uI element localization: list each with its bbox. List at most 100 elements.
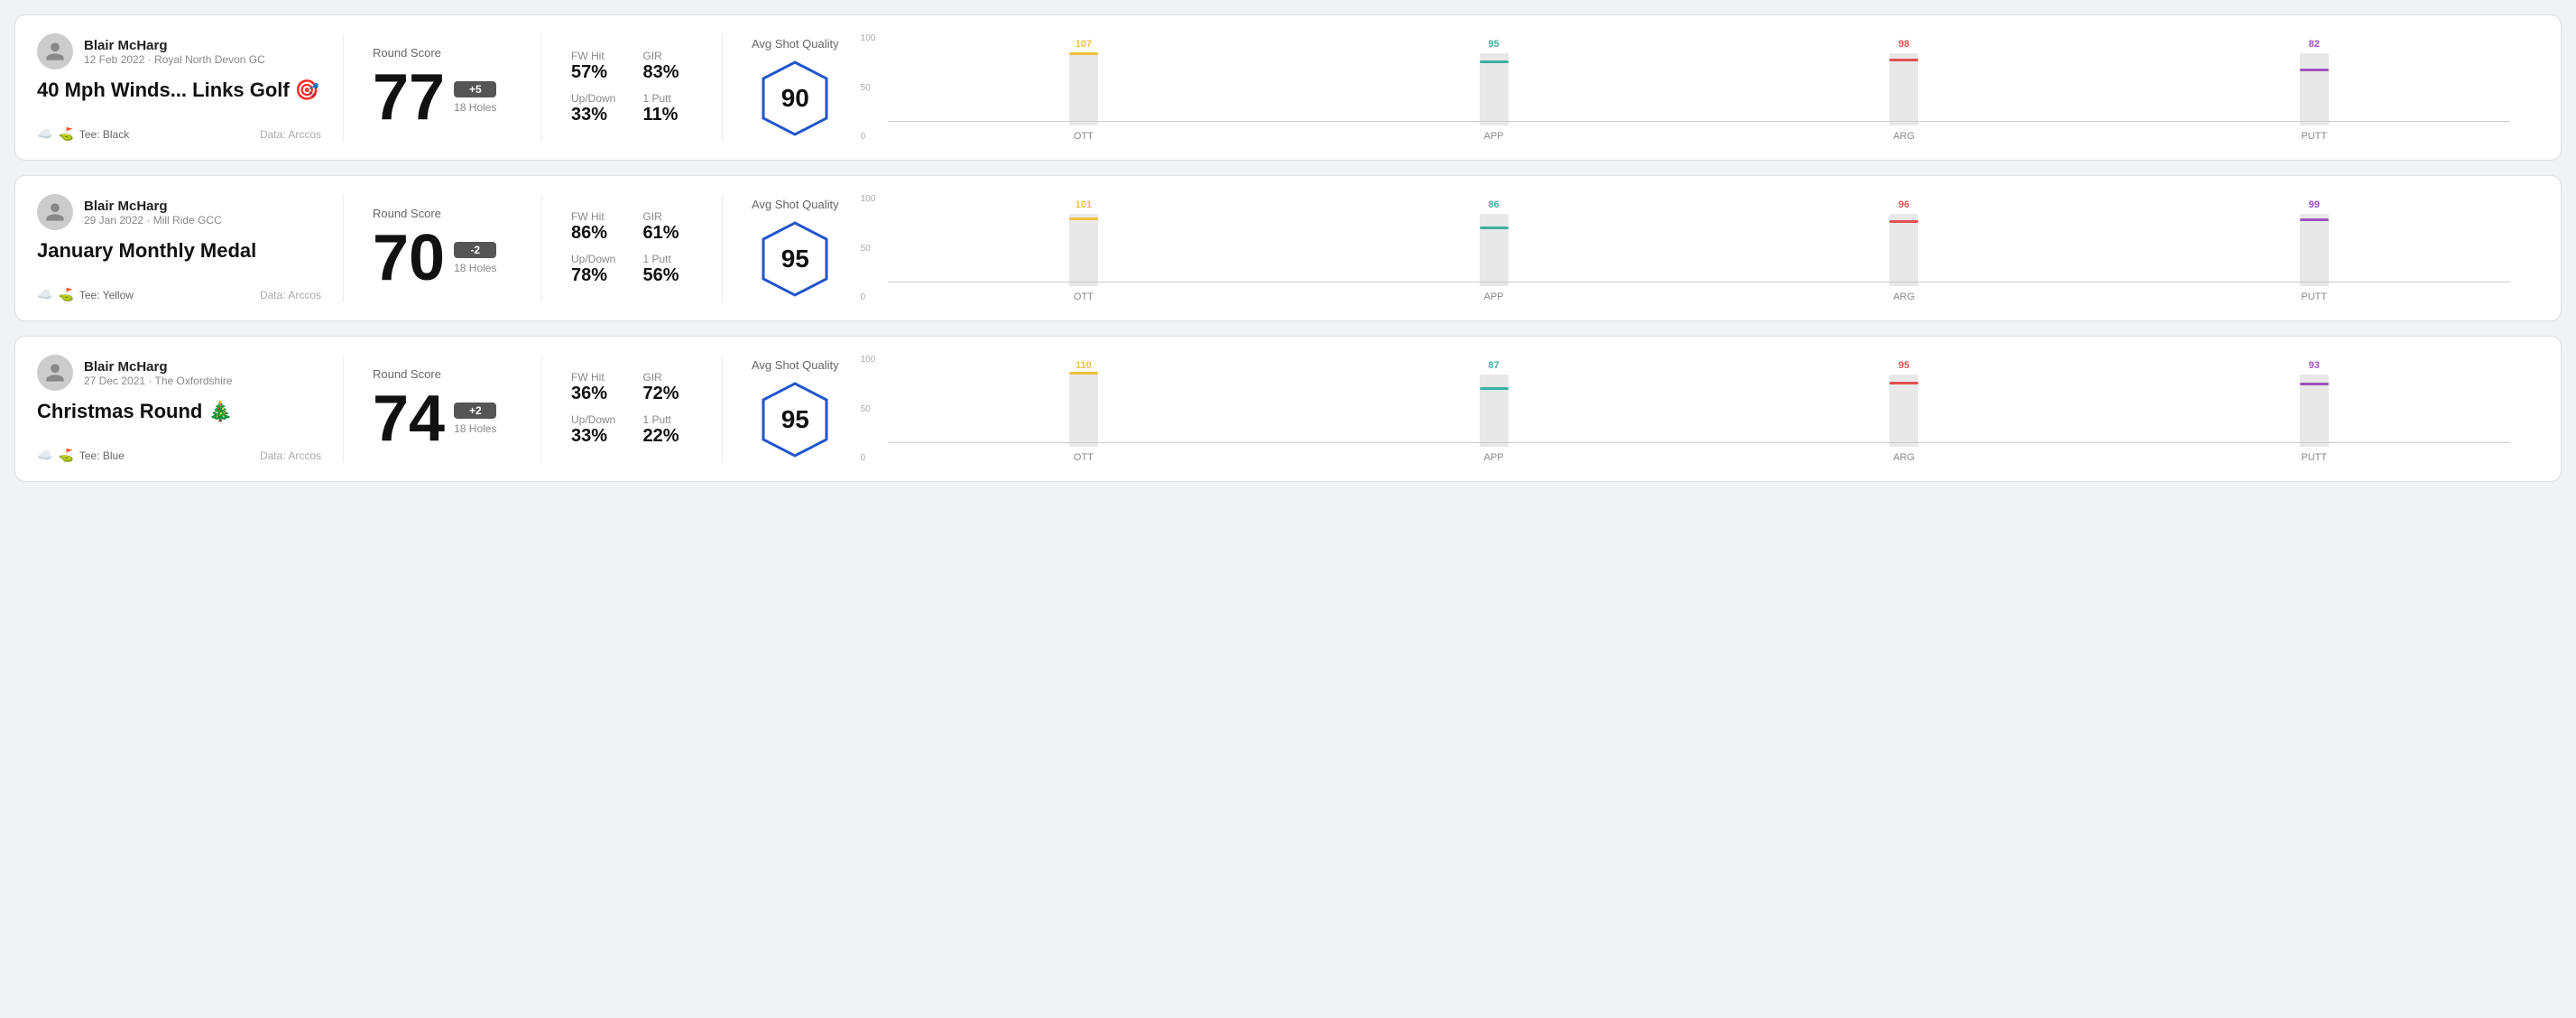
score-badge: -2 (454, 242, 496, 258)
bar-wrapper (1480, 375, 1509, 447)
round-score-label: Round Score (373, 367, 512, 381)
bar-wrapper (2300, 375, 2329, 447)
user-info: Blair McHarg 27 Dec 2021 · The Oxfordshi… (37, 355, 321, 391)
bar-value-ott: 110 (1076, 360, 1092, 371)
score-badge: +5 (454, 81, 496, 97)
bar-axis-label: ARG (1893, 131, 1915, 142)
bar-fill-bg (1889, 384, 1918, 447)
updown-label: Up/Down (571, 253, 622, 265)
bar-marker (1889, 382, 1918, 384)
bar-value-ott: 107 (1076, 39, 1092, 50)
bar-value-app: 87 (1488, 360, 1499, 371)
hexagon-container: 90 (752, 58, 839, 139)
fw-hit-value: 86% (571, 223, 622, 244)
bar-wrapper (1889, 375, 1918, 447)
fw-hit-stat: FW Hit 36% (571, 371, 622, 404)
bar-group-putt: 99 PUTT (2118, 199, 2510, 302)
one-putt-stat: 1 Putt 22% (643, 413, 694, 447)
score-details: +2 18 Holes (454, 403, 496, 435)
bar-axis-label: PUTT (2301, 131, 2327, 142)
bar-wrapper (1889, 214, 1918, 286)
gir-value: 83% (643, 62, 694, 83)
user-date: 29 Jan 2022 · Mill Ride GCC (84, 214, 222, 227)
bar-value-arg: 95 (1898, 360, 1909, 371)
gir-label: GIR (643, 210, 694, 223)
bar-wrapper (1069, 214, 1098, 286)
hexagon: 95 (754, 379, 836, 460)
user-details: Blair McHarg 29 Jan 2022 · Mill Ride GCC (84, 199, 222, 227)
gir-stat: GIR 72% (643, 371, 694, 404)
bar-marker (1069, 52, 1098, 55)
data-source: Data: Arccos (260, 449, 321, 462)
quality-label: Avg Shot Quality (752, 358, 839, 372)
round-card-2: Blair McHarg 29 Jan 2022 · Mill Ride GCC… (14, 175, 2562, 321)
user-icon (44, 201, 66, 223)
data-source: Data: Arccos (260, 289, 321, 301)
gir-label: GIR (643, 50, 694, 62)
updown-label: Up/Down (571, 92, 622, 105)
weather-icon: ☁️ (37, 448, 52, 463)
stats-section: FW Hit 86% GIR 61% Up/Down 78% 1 Putt 56… (542, 194, 723, 302)
bar-value-putt: 99 (2309, 199, 2320, 210)
one-putt-value: 11% (643, 105, 694, 125)
score-row: 74 +2 18 Holes (373, 386, 512, 451)
score-details: +5 18 Holes (454, 81, 496, 114)
fw-hit-label: FW Hit (571, 50, 622, 62)
bar-group-app: 95 APP (1297, 39, 1690, 142)
round-title: 40 Mph Winds... Links Golf 🎯 (37, 79, 321, 102)
quality-container: Avg Shot Quality 95 (752, 358, 839, 460)
avatar (37, 355, 73, 391)
bar-group-putt: 82 PUTT (2118, 39, 2510, 142)
score-badge: +2 (454, 403, 496, 419)
bar-fill-bg (1889, 223, 1918, 286)
user-name: Blair McHarg (84, 38, 265, 53)
tee-color: Tee: Black (79, 128, 129, 141)
user-info: Blair McHarg 12 Feb 2022 · Royal North D… (37, 33, 321, 69)
score-number: 77 (373, 65, 445, 130)
left-section: Blair McHarg 27 Dec 2021 · The Oxfordshi… (37, 355, 344, 463)
user-details: Blair McHarg 12 Feb 2022 · Royal North D… (84, 38, 265, 66)
gir-value: 72% (643, 384, 694, 404)
left-section: Blair McHarg 12 Feb 2022 · Royal North D… (37, 33, 344, 142)
bar-marker (1889, 220, 1918, 223)
hexagon: 90 (754, 58, 836, 139)
tee-row: ☁️ ⛳ Tee: Yellow Data: Arccos (37, 276, 321, 302)
round-title: Christmas Round 🎄 (37, 400, 321, 423)
quality-container: Avg Shot Quality 95 (752, 198, 839, 300)
updown-value: 78% (571, 265, 622, 286)
gir-stat: GIR 83% (643, 50, 694, 83)
bar-value-arg: 98 (1898, 39, 1909, 50)
tee-row: ☁️ ⛳ Tee: Black Data: Arccos (37, 116, 321, 142)
bar-group-app: 86 APP (1297, 199, 1690, 302)
round-card-1: Blair McHarg 12 Feb 2022 · Royal North D… (14, 14, 2562, 161)
bar-group-arg: 95 ARG (1708, 360, 2101, 463)
weather-icon: ☁️ (37, 126, 52, 142)
bar-wrapper (1069, 375, 1098, 447)
one-putt-label: 1 Putt (643, 92, 694, 105)
stats-section: FW Hit 57% GIR 83% Up/Down 33% 1 Putt 11… (542, 33, 723, 142)
fw-hit-value: 36% (571, 384, 622, 404)
bar-fill-bg (2300, 385, 2329, 447)
user-icon (44, 362, 66, 384)
one-putt-label: 1 Putt (643, 253, 694, 265)
holes-label: 18 Holes (454, 262, 496, 274)
one-putt-stat: 1 Putt 11% (643, 92, 694, 125)
tee-color: Tee: Yellow (79, 289, 134, 301)
user-date: 27 Dec 2021 · The Oxfordshire (84, 375, 233, 387)
avatar (37, 194, 73, 230)
score-details: -2 18 Holes (454, 242, 496, 274)
bar-marker (1480, 387, 1509, 390)
hexagon-container: 95 (752, 379, 839, 460)
bar-axis-label: APP (1484, 131, 1504, 142)
bar-marker (1480, 227, 1509, 229)
updown-stat: Up/Down 33% (571, 413, 622, 447)
tee-info: ☁️ ⛳ Tee: Blue (37, 448, 125, 463)
tee-icon: ⛳ (58, 287, 73, 302)
bar-group-app: 87 APP (1297, 360, 1690, 463)
score-number: 74 (373, 386, 445, 451)
fw-hit-stat: FW Hit 86% (571, 210, 622, 244)
bar-fill-bg (1889, 61, 1918, 125)
bar-wrapper (1069, 53, 1098, 125)
updown-label: Up/Down (571, 413, 622, 426)
fw-hit-label: FW Hit (571, 210, 622, 223)
